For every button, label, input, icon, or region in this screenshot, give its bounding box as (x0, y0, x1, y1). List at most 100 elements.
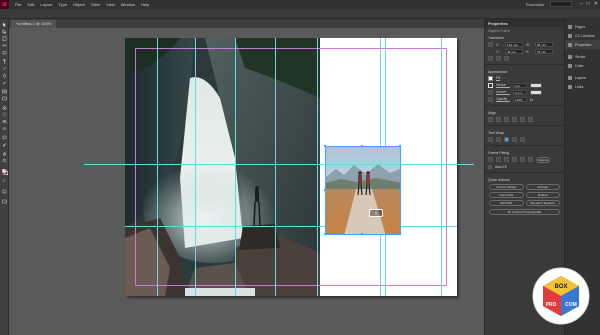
menu-edit[interactable]: Edit (27, 2, 34, 7)
auto-fit-checkbox[interactable] (488, 164, 492, 169)
frame-handle[interactable] (361, 233, 363, 235)
dock-properties[interactable]: Properties (565, 40, 600, 49)
frame-handle[interactable] (399, 233, 401, 235)
menu-object[interactable]: Object (73, 2, 85, 7)
note-tool-icon[interactable] (2, 135, 7, 140)
dock-stroke[interactable]: Stroke (565, 52, 600, 61)
import-file-button[interactable]: Import File (489, 192, 524, 198)
direct-selection-tool-icon[interactable] (2, 29, 7, 34)
rotate-icon[interactable] (488, 56, 493, 61)
dock-cc-libraries[interactable]: CC Libraries (565, 31, 600, 40)
menu-type[interactable]: Type (58, 2, 67, 7)
dock-color[interactable]: Color (565, 61, 600, 70)
center-content-icon[interactable] (520, 157, 525, 162)
selection-tool-icon[interactable] (2, 22, 7, 27)
fill-swatch[interactable] (488, 76, 493, 81)
content-collector-icon[interactable] (2, 50, 7, 55)
wrap-object-shape-icon[interactable] (504, 137, 509, 142)
rectangle-tool-icon[interactable] (2, 96, 7, 101)
align-right-icon[interactable] (504, 117, 509, 122)
hand-tool-icon[interactable] (2, 151, 7, 156)
no-wrap-icon[interactable] (488, 137, 493, 142)
menu-view[interactable]: View (106, 2, 115, 7)
type-tool-icon[interactable] (2, 59, 7, 64)
frame-handle[interactable] (361, 145, 363, 147)
zoom-tool-icon[interactable] (2, 158, 7, 163)
menu-help[interactable]: Help (141, 2, 149, 7)
frame-fitting-options-button[interactable]: Options (536, 156, 550, 163)
corner-label[interactable]: Corner (496, 90, 510, 95)
h-field[interactable]: 76 mm (535, 49, 553, 54)
jump-next-column-icon[interactable] (520, 137, 525, 142)
search-input[interactable] (550, 1, 572, 7)
x-field[interactable]: 132 mm (505, 42, 523, 47)
swap-icon[interactable] (2, 179, 7, 184)
fx-icon[interactable]: fx (530, 97, 533, 102)
flip-horizontal-icon[interactable] (496, 56, 501, 61)
content-aware-fit-icon[interactable] (528, 157, 533, 162)
gradient-swatch-tool-icon[interactable] (2, 119, 7, 124)
document-tab[interactable]: *Untitled-1 @ 104% (11, 20, 57, 28)
align-top-icon[interactable] (512, 117, 517, 122)
frame-handle[interactable] (324, 189, 326, 191)
dock-links[interactable]: Links (565, 82, 600, 91)
fill-stroke-icon[interactable] (2, 169, 8, 175)
fit-frame-to-content-icon[interactable] (504, 157, 509, 162)
opacity-field[interactable]: 100% (513, 97, 527, 102)
corner-field[interactable]: 0 mm (513, 90, 527, 95)
maximize-button[interactable]: □ (587, 1, 590, 7)
flip-vertical-icon[interactable] (504, 56, 509, 61)
embed-button[interactable]: Embed (525, 192, 560, 198)
stroke-swatch[interactable] (488, 83, 493, 88)
screen-mode-icon[interactable] (2, 199, 7, 204)
reveal-in-explorer-button[interactable]: Reveal in Explorer (525, 200, 560, 206)
y-field[interactable]: 46 mm (505, 49, 523, 54)
align-bottom-icon[interactable] (528, 117, 533, 122)
convert-shape-button[interactable]: Convert Shape (489, 184, 524, 190)
scissors-tool-icon[interactable] (2, 105, 7, 110)
arrange-button[interactable]: Arrange (525, 184, 560, 190)
document-page[interactable]: ◎ (125, 38, 457, 296)
stroke-weight-field[interactable]: 0 pt (513, 83, 527, 88)
pencil-tool-icon[interactable] (2, 80, 7, 85)
align-center-icon[interactable] (496, 117, 501, 122)
close-button[interactable]: ✕ (594, 1, 598, 7)
eyedropper-tool-icon[interactable] (2, 142, 7, 147)
frame-handle[interactable] (399, 189, 401, 191)
default-colors-icon[interactable] (2, 189, 7, 194)
fit-content-proportionally-icon[interactable] (496, 157, 501, 162)
stroke-type-dropdown[interactable] (530, 83, 542, 88)
free-transform-tool-icon[interactable] (2, 112, 7, 117)
pen-tool-icon[interactable] (2, 73, 7, 78)
jump-object-icon[interactable] (512, 137, 517, 142)
dock-layers[interactable]: Layers (565, 73, 600, 82)
page-tool-icon[interactable] (2, 36, 7, 41)
reference-point-icon[interactable] (488, 42, 493, 47)
menu-table[interactable]: Table (91, 2, 101, 7)
align-middle-icon[interactable] (520, 117, 525, 122)
corner-shape-dropdown[interactable] (530, 90, 542, 95)
content-grabber-icon[interactable]: ◎ (369, 209, 383, 217)
wrap-bounding-box-icon[interactable] (496, 137, 501, 142)
fit-content-proportionally-button[interactable]: Fit Content Proportionally (489, 209, 560, 215)
dock-pages[interactable]: Pages (565, 22, 600, 31)
workspace-switcher[interactable]: Essentials (526, 2, 544, 7)
fit-content-to-frame-icon[interactable] (512, 157, 517, 162)
frame-handle[interactable] (324, 145, 326, 147)
fill-frame-proportionally-icon[interactable] (488, 157, 493, 162)
menu-window[interactable]: Window (121, 2, 135, 7)
fill-label[interactable]: Fill (496, 76, 501, 81)
menu-file[interactable]: File (15, 2, 21, 7)
gradient-feather-tool-icon[interactable] (2, 126, 7, 131)
minimize-button[interactable]: – (580, 1, 583, 7)
opacity-label[interactable]: Opacity (496, 97, 510, 102)
line-tool-icon[interactable] (2, 66, 7, 71)
w-field[interactable]: 66 mm (535, 42, 553, 47)
stroke-label[interactable]: Stroke (496, 83, 510, 88)
hikers-photo-frame[interactable]: ◎ (325, 146, 401, 235)
menu-layout[interactable]: Layout (40, 2, 52, 7)
edit-with-button[interactable]: Edit With (489, 200, 524, 206)
frame-handle[interactable] (399, 145, 401, 147)
align-left-icon[interactable] (488, 117, 493, 122)
gap-tool-icon[interactable] (2, 43, 7, 48)
